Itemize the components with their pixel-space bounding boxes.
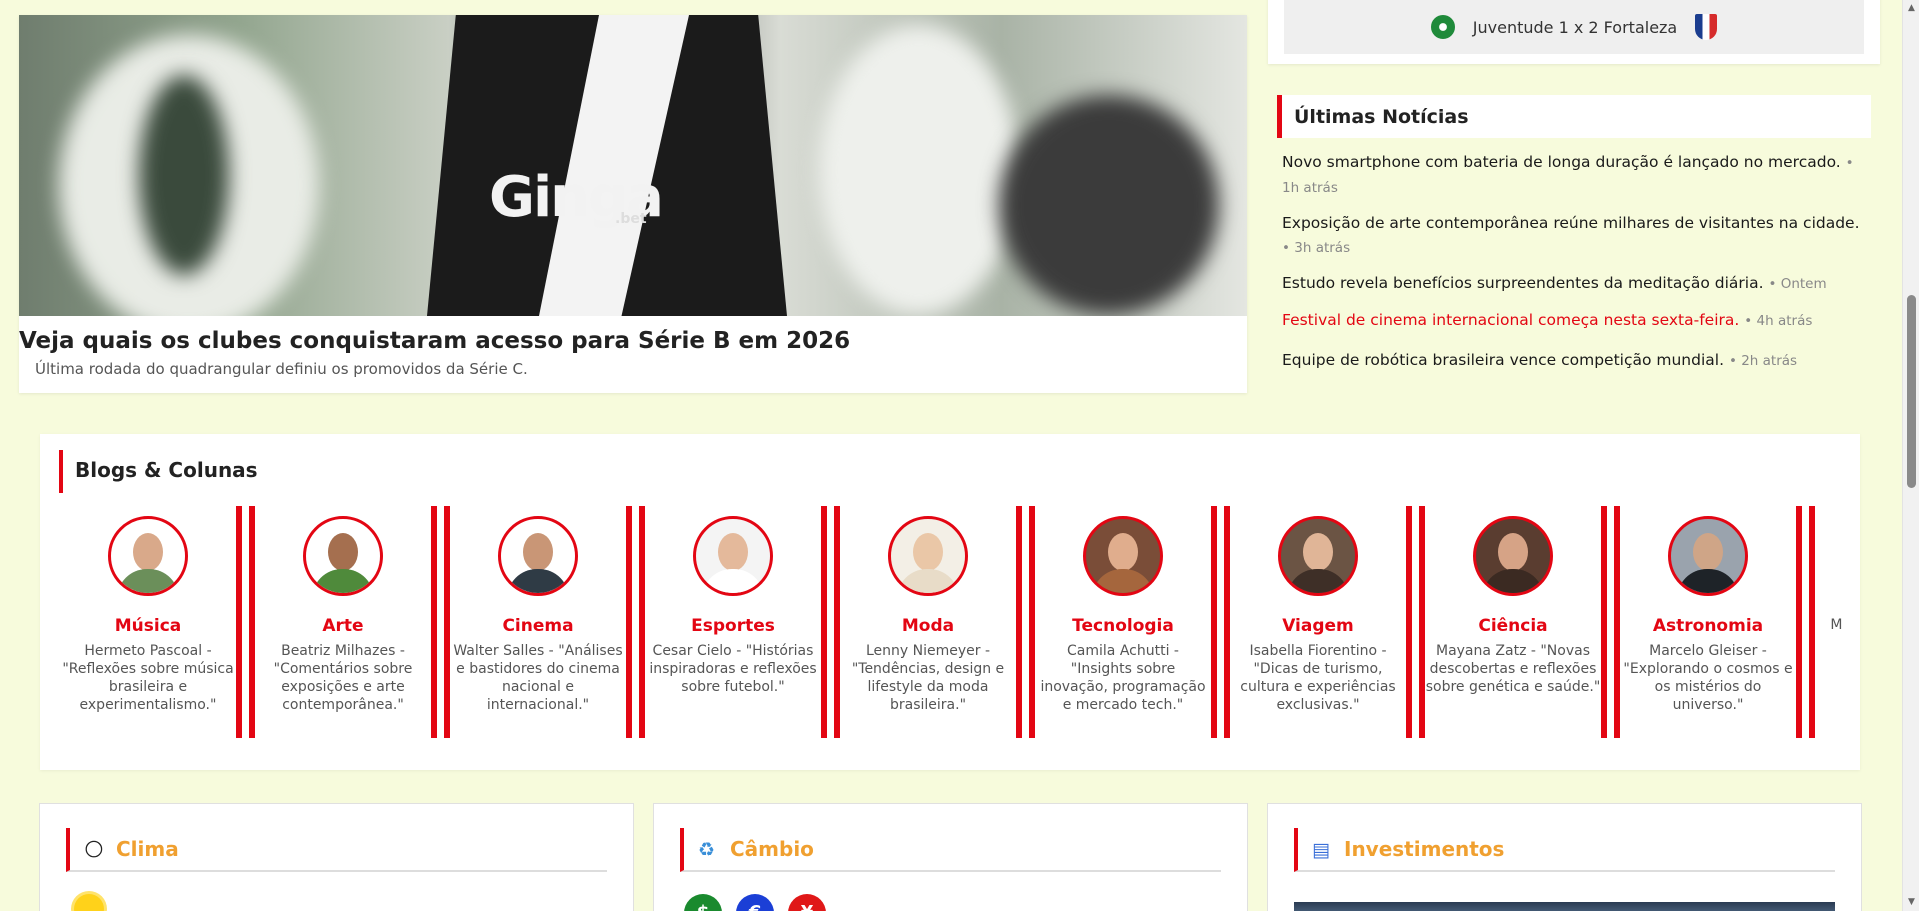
exchange-widget: ♻ Câmbio $ € ¥: [654, 804, 1247, 911]
columnist-avatar[interactable]: [888, 516, 968, 596]
jersey-sponsor-sub: .bet: [615, 211, 647, 227]
blog-card[interactable]: Tecnologia Camila Achutti - "Insights so…: [1016, 506, 1230, 738]
columnist-avatar[interactable]: [1668, 516, 1748, 596]
news-item-time: • 4h atrás: [1744, 313, 1813, 329]
columnist-avatar[interactable]: [303, 516, 383, 596]
news-item-text[interactable]: Estudo revela benefícios surpreendentes …: [1282, 274, 1764, 292]
news-item-text[interactable]: Equipe de robótica brasileira vence comp…: [1282, 351, 1724, 369]
blog-description: Hermeto Pascoal - "Reflexões sobre músic…: [62, 643, 234, 713]
blog-category[interactable]: Esportes: [643, 616, 823, 636]
blog-category[interactable]: Ciência: [1423, 616, 1603, 636]
hero-news-card[interactable]: Ginga .bet Veja quais os clubes conquist…: [19, 15, 1247, 393]
scroll-down-arrow-icon[interactable]: ▼: [1903, 894, 1919, 911]
fortaleza-logo-icon: [1695, 14, 1718, 40]
scroll-up-arrow-icon[interactable]: ▲: [1903, 0, 1919, 17]
blog-category[interactable]: Astronomia: [1618, 616, 1798, 636]
hero-subtitle: Última rodada do quadrangular definiu os…: [35, 360, 528, 378]
blog-category[interactable]: Música: [58, 616, 238, 636]
blog-category[interactable]: Arte: [253, 616, 433, 636]
juventude-logo-icon: [1430, 15, 1455, 39]
news-item-text[interactable]: Novo smartphone com bateria de longa dur…: [1282, 153, 1841, 171]
hero-image[interactable]: Ginga .bet: [19, 15, 1247, 316]
blog-card[interactable]: Música Hermeto Pascoal - "Reflexões sobr…: [58, 506, 255, 738]
blog-description: Marcelo Gleiser - "Explorando o cosmos e…: [1623, 643, 1793, 713]
news-item-text[interactable]: Exposição de arte contemporânea reúne mi…: [1282, 214, 1860, 232]
news-item[interactable]: Equipe de robótica brasileira vence comp…: [1282, 348, 1864, 378]
blogs-section: Blogs & Colunas Música Hermeto Pascoal -…: [40, 434, 1860, 770]
blogs-title: Blogs & Colunas: [75, 458, 258, 482]
news-item-time: • 3h atrás: [1282, 240, 1351, 256]
blog-category[interactable]: Cinema: [448, 616, 628, 636]
blog-card[interactable]: Cinema Walter Salles - "Análises e basti…: [431, 506, 645, 738]
weather-sun-icon: [74, 894, 104, 911]
yen-coin-icon[interactable]: ¥: [788, 894, 826, 911]
blog-card[interactable]: Arte Beatriz Milhazes - "Comentários sob…: [236, 506, 450, 738]
exchange-title: Câmbio: [730, 837, 814, 861]
blog-category[interactable]: Moda: [838, 616, 1018, 636]
blog-description: Lenny Niemeyer - "Tendências, design e l…: [851, 643, 1005, 713]
blogs-carousel[interactable]: Música Hermeto Pascoal - "Reflexões sobr…: [58, 506, 1842, 756]
blog-description: Beatriz Milhazes - "Comentários sobre ex…: [273, 643, 413, 713]
blog-card[interactable]: Ciência Mayana Zatz - "Novas descobertas…: [1406, 506, 1620, 738]
blogs-header: Blogs & Colunas: [59, 450, 258, 493]
columnist-avatar[interactable]: [1083, 516, 1163, 596]
scrollbar-thumb[interactable]: [1907, 295, 1916, 488]
blog-description: Mayana Zatz - "Novas descobertas e refle…: [1425, 643, 1601, 695]
news-item[interactable]: Festival de cinema internacional começa …: [1282, 308, 1864, 348]
blog-description: Cesar Cielo - "Histórias inspiradoras e …: [649, 643, 817, 695]
sun-icon: 🌕: [84, 839, 104, 861]
blog-card[interactable]: Astronomia Marcelo Gleiser - "Explorando…: [1601, 506, 1815, 738]
blog-category[interactable]: Tecnologia: [1033, 616, 1213, 636]
blog-card[interactable]: Viagem Isabella Fiorentino - "Dicas de t…: [1211, 506, 1425, 738]
euro-coin-icon[interactable]: €: [736, 894, 774, 911]
news-item[interactable]: Exposição de arte contemporânea reúne mi…: [1282, 211, 1864, 271]
latest-news-header: Últimas Notícias: [1277, 95, 1871, 138]
blog-description: Walter Salles - "Análises e bastidores d…: [453, 643, 623, 713]
match-score-text: Juventude 1 x 2 Fortaleza: [1472, 17, 1678, 37]
exchange-header: ♻ Câmbio: [680, 828, 1221, 872]
columnist-avatar[interactable]: [1473, 516, 1553, 596]
dollar-coin-icon[interactable]: $: [684, 894, 722, 911]
blog-card[interactable]: Esportes Cesar Cielo - "Histórias inspir…: [626, 506, 840, 738]
weather-widget: 🌕 Clima: [40, 804, 633, 911]
blog-description: Isabella Fiorentino - "Dicas de turismo,…: [1240, 643, 1396, 713]
exchange-icon: ♻: [698, 839, 716, 861]
blog-card[interactable]: Marina sobre p e sus: [1796, 506, 1842, 738]
blog-description: Marina sobre p e sus: [1830, 617, 1842, 633]
weather-title: Clima: [116, 837, 179, 861]
news-item[interactable]: Estudo revela benefícios surpreendentes …: [1282, 271, 1864, 308]
columnist-avatar[interactable]: [1278, 516, 1358, 596]
hero-title[interactable]: Veja quais os clubes conquistaram acesso…: [19, 328, 850, 354]
chart-icon: ▤: [1312, 839, 1330, 861]
match-score-bar[interactable]: Juventude 1 x 2 Fortaleza: [1284, 0, 1864, 54]
investments-title: Investimentos: [1344, 837, 1505, 861]
investments-image[interactable]: [1294, 902, 1835, 911]
blog-card[interactable]: Moda Lenny Niemeyer - "Tendências, desig…: [821, 506, 1035, 738]
page-scrollbar[interactable]: ▲ ▼: [1902, 0, 1919, 911]
news-item[interactable]: Novo smartphone com bateria de longa dur…: [1282, 150, 1864, 211]
weather-header: 🌕 Clima: [66, 828, 607, 872]
blog-description: Camila Achutti - "Insights sobre inovaçã…: [1040, 643, 1206, 713]
columnist-avatar[interactable]: [498, 516, 578, 596]
news-item-time: • Ontem: [1768, 276, 1827, 292]
news-item-time: • 2h atrás: [1728, 353, 1798, 369]
investments-header: ▤ Investimentos: [1294, 828, 1835, 872]
score-card: Juventude 1 x 2 Fortaleza: [1268, 0, 1880, 64]
latest-news-title: Últimas Notícias: [1294, 106, 1469, 128]
news-item-text[interactable]: Festival de cinema internacional começa …: [1282, 311, 1739, 329]
columnist-avatar[interactable]: [108, 516, 188, 596]
blog-category[interactable]: Viagem: [1228, 616, 1408, 636]
columnist-avatar[interactable]: [693, 516, 773, 596]
investments-widget: ▤ Investimentos: [1268, 804, 1861, 911]
latest-news-list: Novo smartphone com bateria de longa dur…: [1282, 150, 1864, 378]
